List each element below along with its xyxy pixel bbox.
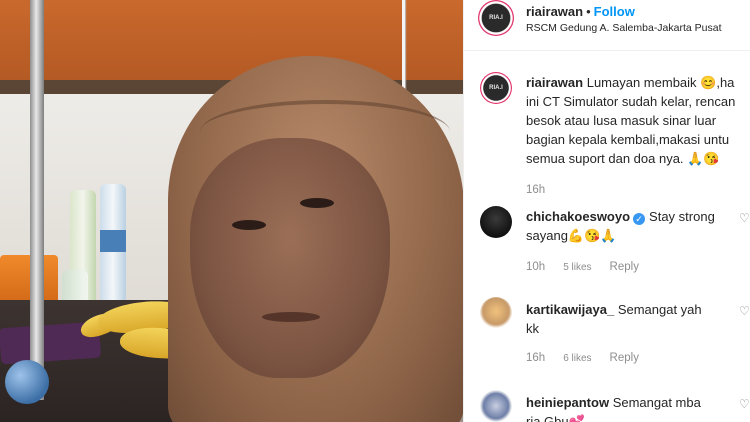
comment-username[interactable]: chichakoeswoyo — [526, 209, 630, 224]
verified-icon: ✓ — [633, 213, 646, 225]
photo-cabinet — [0, 0, 463, 80]
reply-button[interactable]: Reply — [610, 261, 639, 273]
photo-eye — [232, 220, 266, 230]
photo-pole-knob — [5, 360, 49, 404]
caption-line: bagian kepala kembali,makasi untu — [526, 132, 730, 147]
like-heart-icon[interactable]: ♡ — [739, 398, 750, 410]
comment-line: Semangat mba — [612, 395, 701, 410]
comment-time[interactable]: 16h — [526, 352, 545, 364]
comment-line: Stay strong — [649, 209, 715, 224]
post-header: RIA.I riairawan • Follow RSCM Gedung A. Sa… — [464, 0, 750, 51]
header-separator: • — [586, 4, 591, 19]
caption-meta: 16h — [526, 184, 563, 196]
like-heart-icon[interactable]: ♡ — [739, 305, 750, 317]
photo-face — [190, 138, 390, 378]
caption-line: ini CT Simulator sudah kelar, rencan — [526, 94, 736, 109]
comment-line: kk — [526, 321, 539, 336]
caption-line: Lumayan membaik 😊,ha — [586, 75, 735, 90]
comment-time[interactable]: 10h — [526, 261, 545, 273]
caption-line: semua suport dan doa nya. 🙏😘 — [526, 151, 720, 166]
comment-line: ria Gbu💕 — [526, 414, 585, 422]
header-username[interactable]: riairawan — [526, 4, 583, 19]
comment-line: Semangat yah — [617, 302, 702, 317]
photo-iv-pole — [30, 0, 44, 400]
avatar[interactable]: RIA.I — [478, 0, 514, 36]
comment-text: kartikawijaya_ Semangat yah kk — [526, 300, 702, 338]
photo-eye — [300, 198, 334, 208]
reply-button[interactable]: Reply — [610, 352, 639, 364]
comment-likes[interactable]: 5 likes — [563, 262, 591, 273]
location-link[interactable]: RSCM Gedung A. Salemba-Jakarta Pusat — [526, 22, 722, 34]
avatar[interactable] — [480, 390, 512, 422]
photo-bottle — [100, 184, 126, 302]
comment-username[interactable]: heiniepantow — [526, 395, 609, 410]
comment-meta: 10h 5 likes Reply — [526, 261, 657, 273]
comment-text: heiniepantow Semangat mba ria Gbu💕 — [526, 393, 701, 422]
avatar[interactable]: RIA.I — [480, 72, 512, 104]
comment-text: chichakoeswoyo ✓ Stay strong sayang💪😘🙏 — [526, 207, 715, 245]
comment-username[interactable]: kartikawijaya_ — [526, 302, 614, 317]
avatar[interactable] — [480, 206, 512, 238]
avatar-text: RIA.I — [489, 15, 503, 21]
caption-line: besok atau lusa masuk sinar luar — [526, 113, 717, 128]
caption-username[interactable]: riairawan — [526, 75, 583, 90]
comment-line: sayang💪😘🙏 — [526, 228, 617, 243]
caption-text: riairawan Lumayan membaik 😊,ha ini CT Si… — [526, 73, 735, 168]
comments-panel: RIA.I riairawan • Follow RSCM Gedung A. Sa… — [463, 0, 750, 422]
photo-mouth — [262, 312, 320, 322]
like-heart-icon[interactable]: ♡ — [739, 212, 750, 224]
avatar-text: RIA.I — [489, 85, 503, 91]
comment-likes[interactable]: 6 likes — [563, 353, 591, 364]
post-photo[interactable] — [0, 0, 463, 422]
comment-meta: 16h 6 likes Reply — [526, 352, 657, 364]
avatar[interactable] — [480, 297, 512, 329]
caption-time[interactable]: 16h — [526, 184, 545, 196]
header-user-line: riairawan • Follow — [526, 4, 635, 19]
follow-button[interactable]: Follow — [594, 4, 635, 19]
